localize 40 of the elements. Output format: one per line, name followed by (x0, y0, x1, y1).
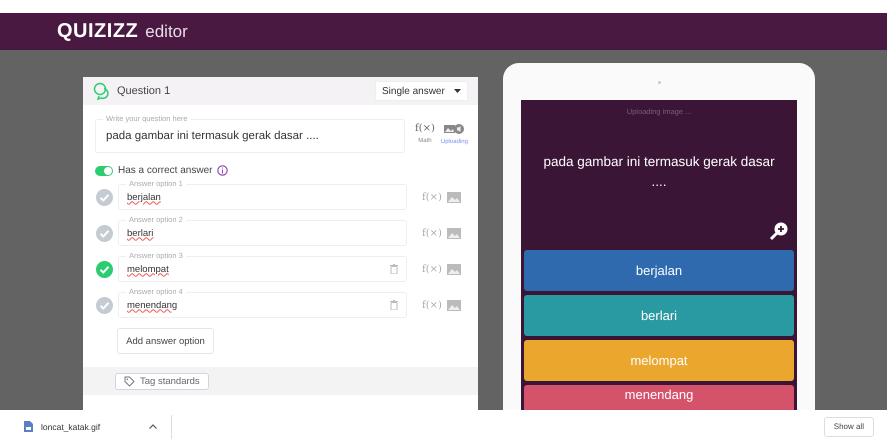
question-title: Question 1 (117, 85, 172, 97)
tag-standards-button[interactable]: Tag standards (115, 372, 209, 390)
correct-check-icon[interactable] (96, 260, 113, 278)
answer-type-select[interactable]: Single answer (375, 81, 468, 101)
answer-text: menendang (127, 300, 178, 310)
file-icon (24, 421, 33, 432)
image-icon[interactable] (447, 192, 461, 202)
image-audio-icon[interactable] (444, 123, 464, 135)
toggle-switch[interactable] (95, 166, 113, 176)
toggle-label: Has a correct answer (118, 165, 212, 176)
image-icon[interactable] (447, 264, 461, 274)
caret-up-icon[interactable] (149, 424, 157, 429)
show-all-button[interactable]: Show all (824, 416, 874, 436)
check-icon[interactable] (96, 296, 113, 314)
logo: QUIZIZZ (57, 20, 138, 43)
answer-text: berjalan (127, 192, 161, 202)
add-answer-button[interactable]: Add answer option (117, 328, 214, 354)
math-icon[interactable]: f(×) (415, 123, 435, 134)
tag-icon (124, 376, 135, 386)
trash-icon[interactable] (390, 300, 398, 310)
check-icon[interactable] (96, 188, 113, 206)
trash-icon[interactable] (390, 264, 398, 274)
answer-tile: berlari (524, 295, 794, 336)
check-icon[interactable] (96, 224, 113, 242)
image-icon[interactable] (447, 300, 461, 310)
caret-icon (454, 89, 461, 93)
camera-dot (658, 81, 660, 84)
preview-question: pada gambar ini termasuk gerak dasar .... (542, 153, 776, 191)
answer-tile: menendang (524, 385, 794, 410)
answer-text: berlari (127, 228, 154, 238)
info-icon[interactable] (217, 165, 228, 176)
app-title: editor (145, 22, 188, 42)
zoom-in-icon[interactable] (769, 221, 789, 241)
answer-tile: melompat (524, 340, 794, 381)
file-name[interactable]: loncat_katak.gif (41, 422, 141, 432)
answer-text: melompat (127, 264, 169, 274)
question-text: pada gambar ini termasuk gerak dasar .... (106, 130, 319, 142)
answer-tile: berjalan (524, 250, 794, 291)
speech-bubble-icon (93, 82, 111, 100)
image-icon[interactable] (447, 228, 461, 238)
